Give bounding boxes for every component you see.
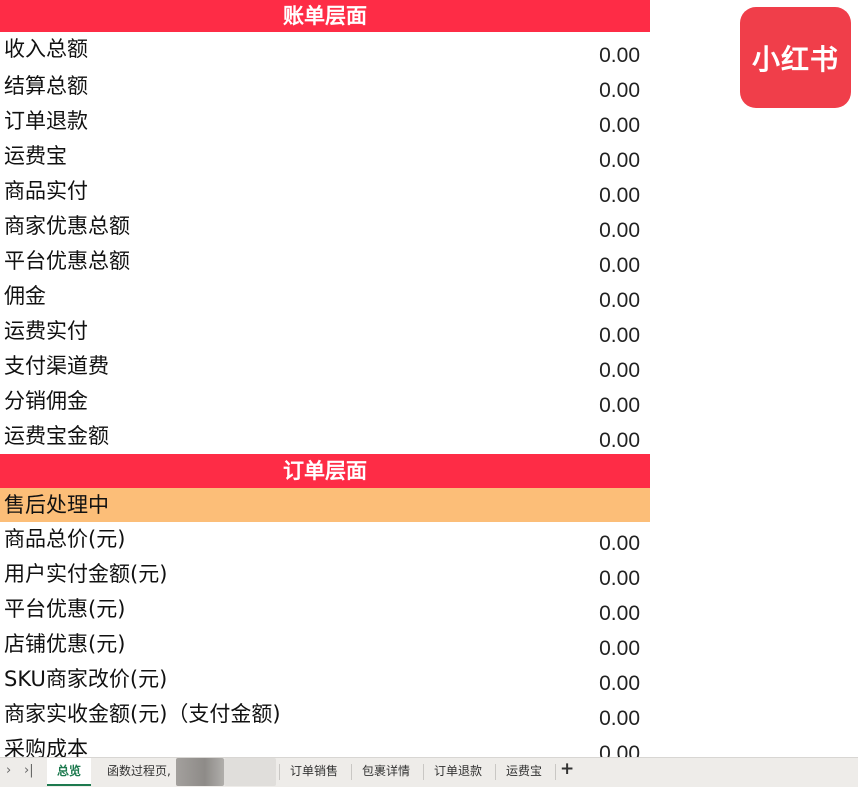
tab-divider [555, 764, 556, 780]
xiaohongshu-logo[interactable]: 小红书 [740, 7, 851, 108]
row-label[interactable]: 订单退款 [4, 106, 88, 136]
row-value[interactable]: 0.00 [599, 181, 640, 209]
table-row[interactable]: SKU商家改价(元) 0.00 [0, 662, 650, 697]
row-value[interactable]: 0.00 [599, 41, 640, 69]
table-row[interactable]: 佣金 0.00 [0, 279, 650, 314]
row-value[interactable]: 0.00 [599, 669, 640, 697]
redacted-tab [176, 758, 224, 786]
order-section-header[interactable]: 订单层面 [0, 454, 650, 488]
tab-package-details[interactable]: 包裹详情 [352, 758, 420, 786]
order-section-rows: 商品总价(元) 0.00 用户实付金额(元) 0.00 平台优惠(元) 0.00 店铺… [0, 522, 650, 767]
row-label[interactable]: 用户实付金额(元) [4, 559, 167, 589]
tab-order-refund[interactable]: 订单退款 [424, 758, 492, 786]
table-row[interactable]: 收入总额 0.00 [0, 32, 650, 69]
table-row[interactable]: 商品总价(元) 0.00 [0, 522, 650, 557]
row-label[interactable]: 平台优惠总额 [4, 246, 130, 276]
table-row[interactable]: 运费实付 0.00 [0, 314, 650, 349]
table-row[interactable]: 分销佣金 0.00 [0, 384, 650, 419]
row-value[interactable]: 0.00 [599, 634, 640, 662]
bill-section-rows: 收入总额 0.00 结算总额 0.00 订单退款 0.00 运费宝 0.00 商品实付 0… [0, 32, 650, 454]
row-value[interactable]: 0.00 [599, 564, 640, 592]
row-label[interactable]: 商品实付 [4, 176, 88, 206]
row-label[interactable]: 收入总额 [4, 34, 88, 64]
row-value[interactable]: 0.00 [599, 251, 640, 279]
table-row[interactable]: 订单退款 0.00 [0, 104, 650, 139]
row-value[interactable]: 0.00 [599, 216, 640, 244]
tab-freight-insurance[interactable]: 运费宝 [496, 758, 552, 786]
row-label[interactable]: 运费宝 [4, 141, 67, 171]
row-value[interactable]: 0.00 [599, 146, 640, 174]
row-label[interactable]: 商家优惠总额 [4, 211, 130, 241]
sheet-tab-bar: › ›| 总览 函数过程页, 订单销售 包裹详情 订单退款 运费宝 + [0, 757, 858, 787]
row-label[interactable]: 商家实收金额(元)（支付金额) [4, 699, 281, 729]
after-sales-subheader[interactable]: 售后处理中 [0, 488, 650, 522]
row-value[interactable]: 0.00 [599, 321, 640, 349]
table-row[interactable]: 支付渠道费 0.00 [0, 349, 650, 384]
tab-function-process[interactable]: 函数过程页, [97, 758, 181, 786]
table-row[interactable]: 运费宝金额 0.00 [0, 419, 650, 454]
bill-section-header[interactable]: 账单层面 [0, 0, 650, 32]
row-label[interactable]: 分销佣金 [4, 386, 88, 416]
table-row[interactable]: 店铺优惠(元) 0.00 [0, 627, 650, 662]
row-label[interactable]: 佣金 [4, 281, 46, 311]
tab-overview[interactable]: 总览 [47, 758, 92, 786]
last-sheet-icon[interactable]: ›| [24, 763, 34, 778]
table-row[interactable]: 商家实收金额(元)（支付金额) 0.00 [0, 697, 650, 732]
table-row[interactable]: 结算总额 0.00 [0, 69, 650, 104]
logo-text: 小红书 [751, 42, 839, 76]
table-row[interactable]: 用户实付金额(元) 0.00 [0, 557, 650, 592]
table-row[interactable]: 商品实付 0.00 [0, 174, 650, 209]
row-label[interactable]: SKU商家改价(元) [4, 664, 167, 694]
row-label[interactable]: 结算总额 [4, 71, 88, 101]
table-row[interactable]: 商家优惠总额 0.00 [0, 209, 650, 244]
row-value[interactable]: 0.00 [599, 391, 640, 419]
row-label[interactable]: 运费实付 [4, 316, 88, 346]
table-row[interactable]: 平台优惠(元) 0.00 [0, 592, 650, 627]
row-label[interactable]: 商品总价(元) [4, 524, 125, 554]
row-value[interactable]: 0.00 [599, 286, 640, 314]
tab-order-sales[interactable]: 订单销售 [280, 758, 348, 786]
row-value[interactable]: 0.00 [599, 529, 640, 557]
spreadsheet-grid: 账单层面 收入总额 0.00 结算总额 0.00 订单退款 0.00 运费宝 0.00 … [0, 0, 650, 767]
row-value[interactable]: 0.00 [599, 356, 640, 384]
row-value[interactable]: 0.00 [599, 426, 640, 454]
row-label[interactable]: 平台优惠(元) [4, 594, 125, 624]
prev-sheet-icon[interactable]: › [6, 763, 11, 778]
row-label[interactable]: 运费宝金额 [4, 421, 109, 451]
row-value[interactable]: 0.00 [599, 111, 640, 139]
add-sheet-button[interactable]: + [560, 759, 574, 779]
row-value[interactable]: 0.00 [599, 76, 640, 104]
row-label[interactable]: 支付渠道费 [4, 351, 109, 381]
table-row[interactable]: 运费宝 0.00 [0, 139, 650, 174]
row-value[interactable]: 0.00 [599, 704, 640, 732]
row-value[interactable]: 0.00 [599, 599, 640, 627]
row-label[interactable]: 店铺优惠(元) [4, 629, 125, 659]
table-row[interactable]: 平台优惠总额 0.00 [0, 244, 650, 279]
redacted-tab [224, 758, 276, 786]
